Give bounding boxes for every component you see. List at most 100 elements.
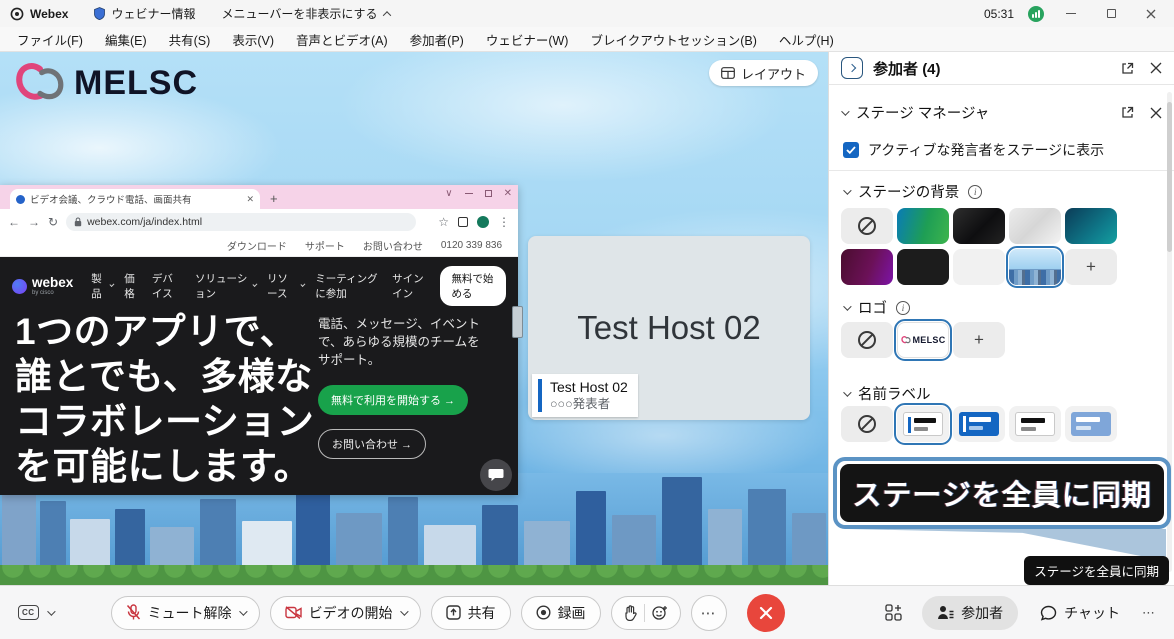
menu-participants[interactable]: 参加者(P) bbox=[399, 27, 475, 52]
logo-thumb-melsc-selected[interactable]: MELSC bbox=[897, 322, 949, 358]
util-contact-link[interactable]: お問い合わせ bbox=[363, 238, 423, 253]
reactions-group bbox=[611, 596, 681, 630]
apps-grid-icon[interactable] bbox=[885, 604, 902, 621]
side-panel-icon[interactable] bbox=[458, 217, 468, 227]
bg-add-button[interactable]: + bbox=[1065, 249, 1117, 285]
record-button[interactable]: 録画 bbox=[521, 596, 601, 630]
bg-thumb-green-gradient[interactable] bbox=[897, 208, 949, 244]
logo-section-header[interactable]: ロゴ i bbox=[843, 297, 910, 318]
start-video-button[interactable]: ビデオの開始 bbox=[270, 596, 421, 630]
menu-view[interactable]: 表示(V) bbox=[221, 27, 285, 52]
site-nav-pricing[interactable]: 価格 bbox=[124, 271, 140, 301]
layout-button-label: レイアウト bbox=[741, 64, 806, 83]
address-bar[interactable]: webex.com/ja/index.html bbox=[66, 213, 416, 231]
hide-menubar-button[interactable]: メニューバーを非表示にする bbox=[221, 5, 389, 22]
profile-avatar[interactable] bbox=[477, 216, 489, 228]
bg-section-header[interactable]: ステージの背景 i bbox=[843, 181, 982, 202]
raise-hand-icon[interactable] bbox=[624, 605, 637, 621]
minimize-button[interactable] bbox=[1058, 4, 1084, 24]
browser-restore-icon[interactable] bbox=[485, 190, 492, 197]
name-label-style-2[interactable] bbox=[953, 406, 1005, 442]
unmute-button[interactable]: ミュート解除 bbox=[111, 596, 260, 630]
participants-toggle-button[interactable]: 参加者 bbox=[922, 596, 1018, 630]
layout-button[interactable]: レイアウト bbox=[709, 60, 818, 86]
panel-close-icon[interactable] bbox=[1150, 62, 1162, 74]
connection-indicator-icon[interactable] bbox=[1028, 6, 1044, 22]
bookmark-star-icon[interactable]: ☆ bbox=[438, 215, 449, 229]
site-signin-link[interactable]: サインイン bbox=[392, 271, 428, 301]
util-download-link[interactable]: ダウンロード bbox=[227, 238, 287, 253]
stage-manager-popout-icon[interactable] bbox=[1121, 106, 1134, 119]
bg-thumb-black[interactable] bbox=[897, 249, 949, 285]
site-nav-resources[interactable]: リソース bbox=[267, 271, 303, 301]
logo-add-button[interactable]: + bbox=[953, 322, 1005, 358]
leave-webinar-button[interactable] bbox=[747, 594, 785, 632]
active-speaker-option[interactable]: アクティブな発言者をステージに表示 bbox=[843, 140, 1104, 160]
util-support-link[interactable]: サポート bbox=[305, 238, 345, 253]
menu-webinar[interactable]: ウェビナー(W) bbox=[475, 27, 580, 52]
bg-thumb-dark[interactable] bbox=[953, 208, 1005, 244]
chat-toggle-button[interactable]: チャット bbox=[1038, 596, 1122, 630]
melsc-stage-logo: MELSC bbox=[14, 60, 198, 106]
bg-thumb-city-selected[interactable] bbox=[1009, 249, 1061, 285]
site-join-meeting-link[interactable]: ミーティングに参加 bbox=[315, 271, 380, 301]
new-tab-button[interactable]: + bbox=[270, 191, 278, 206]
site-chat-bubble-icon[interactable] bbox=[480, 459, 512, 491]
panel-popout-icon[interactable] bbox=[1121, 62, 1134, 75]
sync-stage-button[interactable]: ステージを全員に同期 bbox=[840, 464, 1164, 522]
sync-stage-button-magnified[interactable]: ステージを全員に同期 bbox=[833, 457, 1171, 529]
browser-tab[interactable]: ビデオ会議、クラウド電話、画面共有 ✕ bbox=[10, 189, 260, 209]
browser-minimize-icon[interactable] bbox=[465, 193, 473, 194]
none-icon bbox=[858, 415, 876, 433]
close-button[interactable] bbox=[1138, 4, 1164, 24]
active-speaker-checkbox[interactable] bbox=[843, 142, 859, 158]
menu-breakout[interactable]: ブレイクアウトセッション(B) bbox=[579, 27, 767, 52]
site-cta-start-free[interactable]: 無料で始める bbox=[440, 266, 506, 306]
webinar-info-button[interactable]: ウェビナー情報 bbox=[94, 5, 195, 22]
name-label-section-header[interactable]: 名前ラベル bbox=[843, 383, 931, 404]
toolbar-more-icon[interactable]: ⋯ bbox=[1142, 605, 1156, 621]
stage-manager-header[interactable]: ステージ マネージャ bbox=[841, 102, 1162, 123]
site-nav-products[interactable]: 製品 bbox=[91, 271, 112, 301]
chat-icon bbox=[1040, 605, 1057, 621]
panel-collapse-button[interactable] bbox=[841, 57, 863, 79]
site-cta-secondary[interactable]: お問い合わせ → bbox=[318, 429, 426, 459]
name-label-style-1-selected[interactable] bbox=[897, 406, 949, 442]
tab-favicon bbox=[16, 195, 25, 204]
share-button[interactable]: 共有 bbox=[431, 596, 511, 630]
back-icon[interactable]: ← bbox=[8, 215, 20, 229]
reload-icon[interactable]: ↻ bbox=[48, 215, 58, 229]
site-nav-devices[interactable]: デバイス bbox=[152, 271, 183, 301]
name-label-style-4[interactable] bbox=[1065, 406, 1117, 442]
captions-button[interactable]: CC bbox=[18, 605, 53, 620]
more-options-button[interactable]: ⋯ bbox=[691, 595, 727, 631]
tab-close-icon[interactable]: ✕ bbox=[246, 194, 254, 205]
share-resize-handle[interactable] bbox=[512, 306, 523, 338]
reactions-smiley-icon[interactable] bbox=[652, 605, 668, 621]
site-nav-solutions[interactable]: ソリューション bbox=[195, 271, 255, 301]
restore-button[interactable] bbox=[1098, 4, 1124, 24]
bg-thumb-white[interactable] bbox=[953, 249, 1005, 285]
bg-thumb-none[interactable] bbox=[841, 208, 893, 244]
menu-edit[interactable]: 編集(E) bbox=[94, 27, 158, 52]
bg-thumb-teal-gradient[interactable] bbox=[1065, 208, 1117, 244]
stage-manager-close-icon[interactable] bbox=[1150, 107, 1162, 119]
menu-audio-video[interactable]: 音声とビデオ(A) bbox=[285, 27, 399, 52]
forward-icon[interactable]: → bbox=[28, 215, 40, 229]
webex-logo-icon bbox=[10, 7, 24, 21]
info-icon[interactable]: i bbox=[968, 185, 982, 199]
bg-thumb-light-gray[interactable] bbox=[1009, 208, 1061, 244]
browser-menu-chevron[interactable]: ∨ bbox=[445, 188, 452, 199]
name-label-none[interactable] bbox=[841, 406, 893, 442]
menu-help[interactable]: ヘルプ(H) bbox=[768, 27, 845, 52]
logo-section-title: ロゴ bbox=[858, 297, 887, 318]
info-icon[interactable]: i bbox=[896, 301, 910, 315]
bg-thumb-purple-gradient[interactable] bbox=[841, 249, 893, 285]
menu-file[interactable]: ファイル(F) bbox=[6, 27, 94, 52]
logo-thumb-none[interactable] bbox=[841, 322, 893, 358]
browser-more-icon[interactable]: ⋮ bbox=[498, 215, 510, 229]
menu-share[interactable]: 共有(S) bbox=[158, 27, 222, 52]
browser-close-icon[interactable]: ✕ bbox=[504, 188, 512, 199]
name-label-style-3[interactable] bbox=[1009, 406, 1061, 442]
site-cta-primary[interactable]: 無料で利用を開始する → bbox=[318, 385, 468, 415]
